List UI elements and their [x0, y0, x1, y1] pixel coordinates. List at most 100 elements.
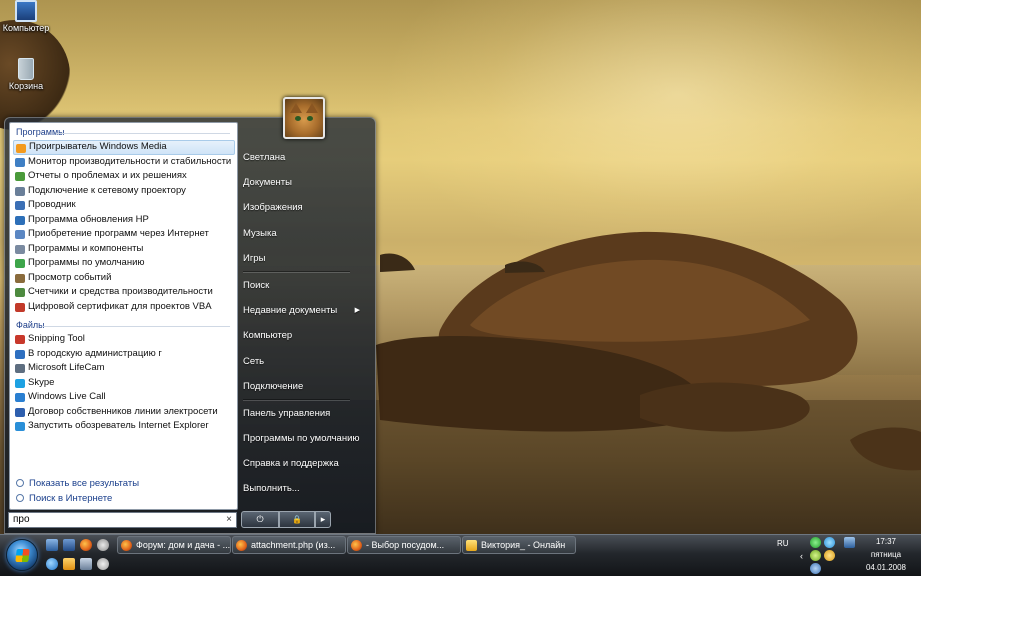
show-all-results-link[interactable]: Показать все результаты — [16, 476, 139, 491]
program-label: Программы и компоненты — [28, 242, 144, 254]
taskbar-window-attachment[interactable]: attachment.php (из... — [232, 536, 346, 554]
start-menu-search-results: Программы Проигрыватель Windows Media Мон… — [9, 122, 238, 510]
desktop-icon-recycle-bin[interactable]: Корзина — [0, 58, 55, 91]
program-label: Windows Live Call — [28, 391, 106, 402]
right-pane-item[interactable]: Светлана — [240, 145, 370, 170]
right-pane-item[interactable]: Сеть — [240, 349, 370, 374]
program-label: Проводник — [28, 199, 76, 210]
right-pane-item-label: Программы по умолчанию — [243, 433, 360, 445]
file-result-item[interactable]: Skype — [13, 376, 235, 391]
power-options-arrow-button[interactable]: ▸ — [315, 511, 331, 528]
user-avatar[interactable] — [283, 97, 325, 139]
program-result-item[interactable]: Проигрыватель Windows Media — [13, 140, 235, 155]
search-icon — [16, 479, 24, 487]
program-result-item[interactable]: Программы по умолчанию — [13, 256, 235, 271]
program-icon — [16, 144, 26, 153]
program-result-item[interactable]: Программа обновления HP — [13, 213, 235, 228]
right-pane-item-label: Документы — [243, 177, 292, 189]
taskbar-window-label: attachment.php (из... — [251, 540, 336, 550]
right-pane-item[interactable]: Игры — [240, 246, 370, 271]
file-result-item[interactable]: В городскую администрацию г — [13, 347, 235, 362]
language-indicator[interactable]: RU — [777, 539, 789, 548]
firefox-icon — [351, 540, 362, 551]
right-pane-item-label: Справка и поддержка — [243, 458, 339, 470]
section-header-label: Файлы — [16, 320, 45, 330]
program-result-item[interactable]: Подключение к сетевому проектору — [13, 184, 235, 199]
taskbar-window-forum[interactable]: Форум: дом и дача - ... — [117, 536, 231, 554]
program-result-item[interactable]: Программы и компоненты — [13, 242, 235, 257]
skype-tray-icon[interactable] — [810, 537, 821, 548]
start-search-input[interactable]: про × — [8, 512, 237, 528]
program-result-item[interactable]: Отчеты о проблемах и их решениях — [13, 169, 235, 184]
taskbar-window-dishes[interactable]: - Выбор посудом... — [347, 536, 461, 554]
right-pane-item[interactable]: Недавние документы ▶ — [240, 298, 370, 323]
switch-windows-icon[interactable] — [63, 539, 75, 551]
cat-eye — [295, 116, 301, 121]
right-pane-item[interactable]: Подключение — [240, 374, 370, 399]
right-pane-item-label: Поиск — [243, 279, 270, 291]
show-hidden-icons-chevron[interactable]: ‹ — [800, 551, 803, 561]
right-pane-item[interactable]: Компьютер — [240, 323, 370, 348]
program-label: Skype — [28, 376, 55, 388]
section-header-label: Программы — [16, 127, 65, 137]
windows-logo-icon — [15, 549, 30, 562]
program-result-item[interactable]: Просмотр событий — [13, 271, 235, 286]
window-icon[interactable] — [80, 558, 92, 570]
internet-explorer-icon[interactable] — [46, 558, 58, 570]
program-result-item[interactable]: Монитор производительности и стабильност… — [13, 155, 235, 170]
network-tray-icon[interactable] — [844, 537, 855, 548]
program-result-item[interactable]: Цифровой сертификат для проектов VBA — [13, 300, 235, 315]
warning-tray-icon[interactable] — [824, 550, 835, 561]
right-pane-item[interactable]: Музыка — [240, 221, 370, 246]
program-label: Просмотр событий — [28, 271, 112, 283]
section-header-programs: Программы — [16, 127, 230, 137]
search-internet-link[interactable]: Поиск в Интернете — [16, 491, 139, 506]
webcam-icon[interactable] — [97, 539, 109, 551]
programs-list: Проигрыватель Windows Media Монитор произ… — [13, 140, 235, 314]
right-pane-item[interactable]: Справка и поддержка — [240, 451, 370, 476]
program-result-item[interactable]: Приобретение программ через Интернет — [13, 227, 235, 242]
file-result-item[interactable]: Запустить обозреватель Internet Explorer — [13, 419, 235, 434]
file-result-item[interactable]: Windows Live Call — [13, 390, 235, 405]
show-all-results-label: Показать все результаты — [29, 478, 140, 489]
clear-search-icon[interactable]: × — [226, 513, 232, 527]
program-icon — [15, 407, 25, 417]
search-icon — [16, 494, 24, 502]
taskbar: Форум: дом и дача - ... attachment.php (… — [0, 534, 921, 576]
desktop-icon-label: Корзина — [8, 81, 44, 91]
taskbar-window-chat[interactable]: Виктория_ - Онлайн — [462, 536, 576, 554]
right-pane-item[interactable]: Поиск — [240, 273, 370, 298]
power-button[interactable]: ⏻ — [241, 511, 279, 528]
cat-ear — [290, 103, 302, 113]
program-icon — [15, 364, 25, 373]
show-desktop-icon[interactable] — [46, 539, 58, 551]
program-result-item[interactable]: Счетчики и средства производительности — [13, 285, 235, 300]
right-pane-item[interactable]: Панель управления — [240, 401, 370, 426]
file-result-item[interactable]: Microsoft LifeCam — [13, 361, 235, 376]
program-icon — [15, 422, 25, 431]
clock[interactable]: 17:37 пятница 04.01.2008 — [862, 535, 910, 574]
right-pane-item[interactable]: Изображения — [240, 195, 370, 220]
file-result-item[interactable]: Договор собственников линии электросети — [13, 405, 235, 420]
right-pane-item[interactable]: Программы по умолчанию — [240, 426, 370, 451]
right-pane-item[interactable]: Выполнить... — [240, 476, 370, 501]
right-pane-item-label: Музыка — [243, 227, 277, 239]
program-result-item[interactable]: Проводник — [13, 198, 235, 213]
right-pane-item[interactable]: Документы — [240, 170, 370, 195]
program-label: В городскую администрацию г — [28, 347, 162, 359]
chevron-right-icon: ▸ — [320, 514, 326, 524]
file-result-item[interactable]: Snipping Tool — [13, 332, 235, 347]
lock-button[interactable]: 🔒 — [279, 511, 315, 528]
section-divider — [42, 326, 230, 327]
start-button[interactable] — [6, 539, 38, 571]
firefox-icon[interactable] — [80, 539, 92, 551]
sidebar-icon[interactable] — [97, 558, 109, 570]
update-tray-icon[interactable] — [810, 550, 821, 561]
media-player-icon[interactable] — [63, 558, 75, 570]
program-label: Отчеты о проблемах и их решениях — [28, 170, 187, 181]
program-icon — [15, 215, 25, 225]
bluetooth-tray-icon[interactable] — [810, 563, 821, 574]
desktop-icon-computer[interactable]: Компьютер — [0, 0, 55, 33]
taskbar-window-label: - Выбор посудом... — [366, 540, 445, 550]
messenger-tray-icon[interactable] — [824, 537, 835, 548]
